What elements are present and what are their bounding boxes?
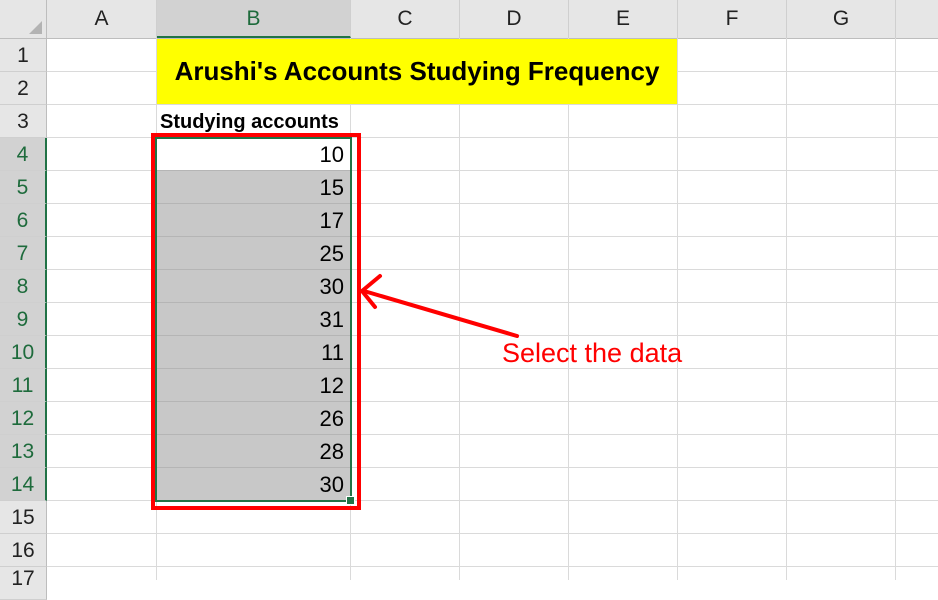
annotation-text: Select the data — [502, 338, 683, 368]
annotation-arrow-icon — [360, 274, 519, 338]
spreadsheet-grid: A B C D E F G 1 2 3 4 5 6 7 8 9 10 11 12… — [0, 0, 938, 600]
